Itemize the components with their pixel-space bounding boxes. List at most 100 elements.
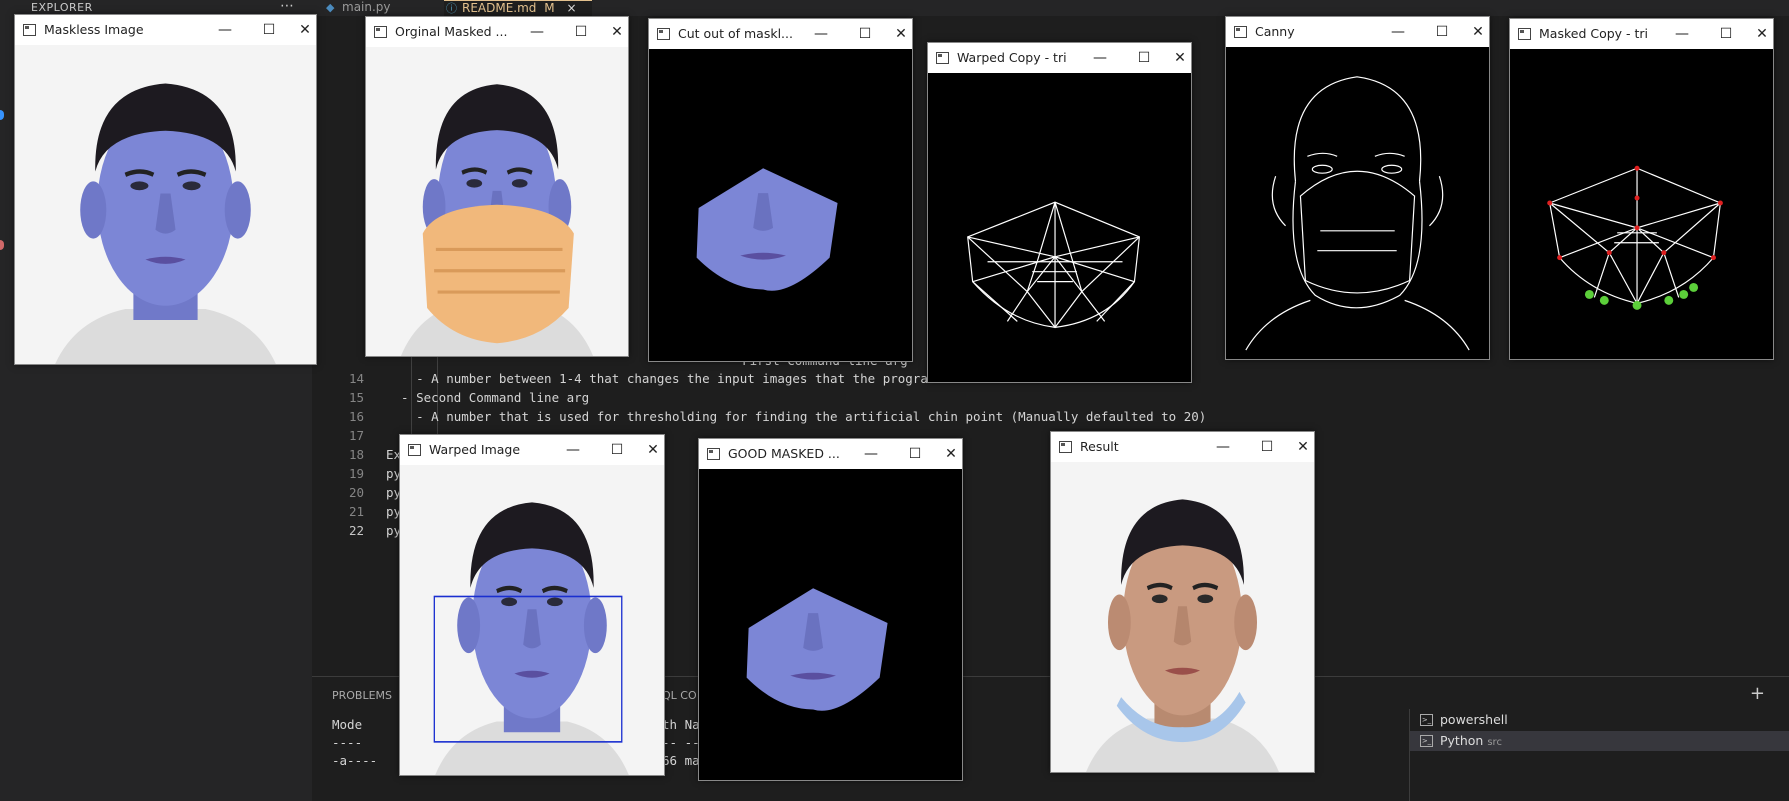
tab-main-py[interactable]: ◆ main.py <box>324 0 434 16</box>
titlebar[interactable]: Cut out of maskl... — ☐ ✕ <box>649 19 912 49</box>
tab-sql-console[interactable]: QL CO <box>662 689 697 702</box>
code-line: 20 pyt <box>348 485 409 500</box>
minimize-button[interactable]: — <box>562 439 584 461</box>
window-title: Result <box>1080 439 1119 454</box>
window-title: Maskless Image <box>44 22 144 37</box>
maximize-button[interactable]: ☐ <box>258 19 280 41</box>
window-icon <box>1234 26 1247 38</box>
code-line: 21 pyt <box>348 504 409 519</box>
editor-tabs: ◆ main.py ⓘ README.md M × <box>312 0 1789 16</box>
minimize-button[interactable]: — <box>1387 21 1409 43</box>
image-canny-edges <box>1226 47 1489 359</box>
window-title: Cut out of maskl... <box>678 26 793 41</box>
window-canny[interactable]: Canny — ☐ ✕ <box>1225 16 1490 360</box>
image-cutout <box>649 49 912 361</box>
window-icon <box>374 26 387 38</box>
window-icon <box>657 28 670 40</box>
minimize-button[interactable]: — <box>214 19 236 41</box>
code-line: 15 - Second Command line arg <box>348 390 590 405</box>
titlebar[interactable]: GOOD MASKED ... — ☐ ✕ <box>699 439 962 469</box>
close-button[interactable]: ✕ <box>642 439 664 461</box>
tab-label: main.py <box>342 0 391 14</box>
code-line: 22 pyt <box>348 523 409 538</box>
image-warped-face <box>400 465 664 775</box>
window-title: Warped Image <box>429 442 521 457</box>
window-title: GOOD MASKED ... <box>728 446 840 461</box>
new-terminal-icon[interactable]: + <box>1750 683 1765 704</box>
window-icon <box>1518 28 1531 40</box>
tab-label: README.md <box>462 1 537 15</box>
image-triangle-points <box>1510 49 1773 359</box>
terminal-line: -a---- <box>332 753 378 768</box>
code-line: 19 pyt <box>348 466 409 481</box>
close-button[interactable]: ✕ <box>1169 47 1191 69</box>
image-maskless-face <box>15 45 316 364</box>
titlebar[interactable]: Result — ☐ ✕ <box>1051 432 1314 462</box>
titlebar[interactable]: Masked Copy - tri — ☐ ✕ <box>1510 19 1773 49</box>
window-warped-copy-tri[interactable]: Warped Copy - tri — ☐ ✕ <box>927 42 1192 383</box>
window-icon <box>1059 441 1072 453</box>
minimize-button[interactable]: — <box>860 443 882 465</box>
terminal-list: >_ powershell >_ Python src <box>1409 709 1789 801</box>
terminal-line: ---- <box>332 735 363 750</box>
window-original-masked[interactable]: Orginal Masked ... — ☐ ✕ <box>365 16 629 357</box>
minimize-button[interactable]: — <box>1671 23 1693 45</box>
titlebar[interactable]: Maskless Image — ☐ ✕ <box>15 15 316 45</box>
maximize-button[interactable]: ☐ <box>904 443 926 465</box>
minimize-button[interactable]: — <box>526 21 548 43</box>
window-icon <box>408 444 421 456</box>
image-result-face <box>1051 462 1314 772</box>
maximize-button[interactable]: ☐ <box>570 21 592 43</box>
code-line: 18 Exa <box>348 447 409 462</box>
maximize-button[interactable]: ☐ <box>1256 436 1278 458</box>
maximize-button[interactable]: ☐ <box>1715 23 1737 45</box>
close-button[interactable]: ✕ <box>1467 21 1489 43</box>
close-button[interactable]: ✕ <box>294 19 316 41</box>
window-masked-copy-tri[interactable]: Masked Copy - tri — ☐ ✕ <box>1509 18 1774 360</box>
maximize-button[interactable]: ☐ <box>1431 21 1453 43</box>
window-good-masked[interactable]: GOOD MASKED ... — ☐ ✕ <box>698 438 963 781</box>
terminal-item-powershell[interactable]: >_ powershell <box>1410 710 1789 730</box>
titlebar[interactable]: Warped Image — ☐ ✕ <box>400 435 664 465</box>
window-title: Orginal Masked ... <box>395 24 508 39</box>
desktop: EXPLORER ⋯ ◆ main.py ⓘ README.md M × - F… <box>0 0 1789 801</box>
tab-readme[interactable]: ⓘ README.md M × <box>444 0 592 16</box>
maximize-button[interactable]: ☐ <box>1133 47 1155 69</box>
close-button[interactable]: ✕ <box>890 23 912 45</box>
close-tab-icon[interactable]: × <box>566 1 576 15</box>
close-button[interactable]: ✕ <box>606 21 628 43</box>
close-button[interactable]: ✕ <box>1751 23 1773 45</box>
maximize-button[interactable]: ☐ <box>854 23 876 45</box>
more-actions-icon[interactable]: ⋯ <box>280 0 294 14</box>
window-title: Warped Copy - tri <box>957 50 1067 65</box>
minimize-button[interactable]: — <box>1089 47 1111 69</box>
titlebar[interactable]: Canny — ☐ ✕ <box>1226 17 1489 47</box>
markdown-icon: ⓘ <box>446 2 457 15</box>
python-icon: ◆ <box>326 1 335 14</box>
titlebar[interactable]: Warped Copy - tri — ☐ ✕ <box>928 43 1191 73</box>
maximize-button[interactable]: ☐ <box>606 439 628 461</box>
window-icon <box>936 52 949 64</box>
close-button[interactable]: ✕ <box>940 443 962 465</box>
image-good-masked-cutout <box>699 469 962 780</box>
window-warped-image[interactable]: Warped Image — ☐ ✕ <box>399 434 665 776</box>
tab-problems[interactable]: PROBLEMS <box>332 689 392 702</box>
code-line: 16 - A number that is used for threshold… <box>348 409 1207 424</box>
minimize-button[interactable]: — <box>810 23 832 45</box>
modified-badge: M <box>544 1 555 15</box>
minimize-button[interactable]: — <box>1212 436 1234 458</box>
activity-indicator-icon <box>0 240 4 250</box>
image-triangle-mesh <box>928 73 1191 382</box>
window-result[interactable]: Result — ☐ ✕ <box>1050 431 1315 773</box>
window-icon <box>23 24 36 36</box>
titlebar[interactable]: Orginal Masked ... — ☐ ✕ <box>366 17 628 47</box>
terminal-item-python[interactable]: >_ Python src <box>1410 731 1789 751</box>
terminal-icon: >_ <box>1420 735 1433 747</box>
close-button[interactable]: ✕ <box>1292 436 1314 458</box>
window-maskless-image[interactable]: Maskless Image — ☐ ✕ <box>14 14 317 365</box>
explorer-title: EXPLORER <box>31 1 93 14</box>
window-cutout[interactable]: Cut out of maskl... — ☐ ✕ <box>648 18 913 362</box>
window-title: Masked Copy - tri <box>1539 26 1649 41</box>
activity-indicator-icon <box>0 110 4 120</box>
terminal-icon: >_ <box>1420 714 1433 726</box>
